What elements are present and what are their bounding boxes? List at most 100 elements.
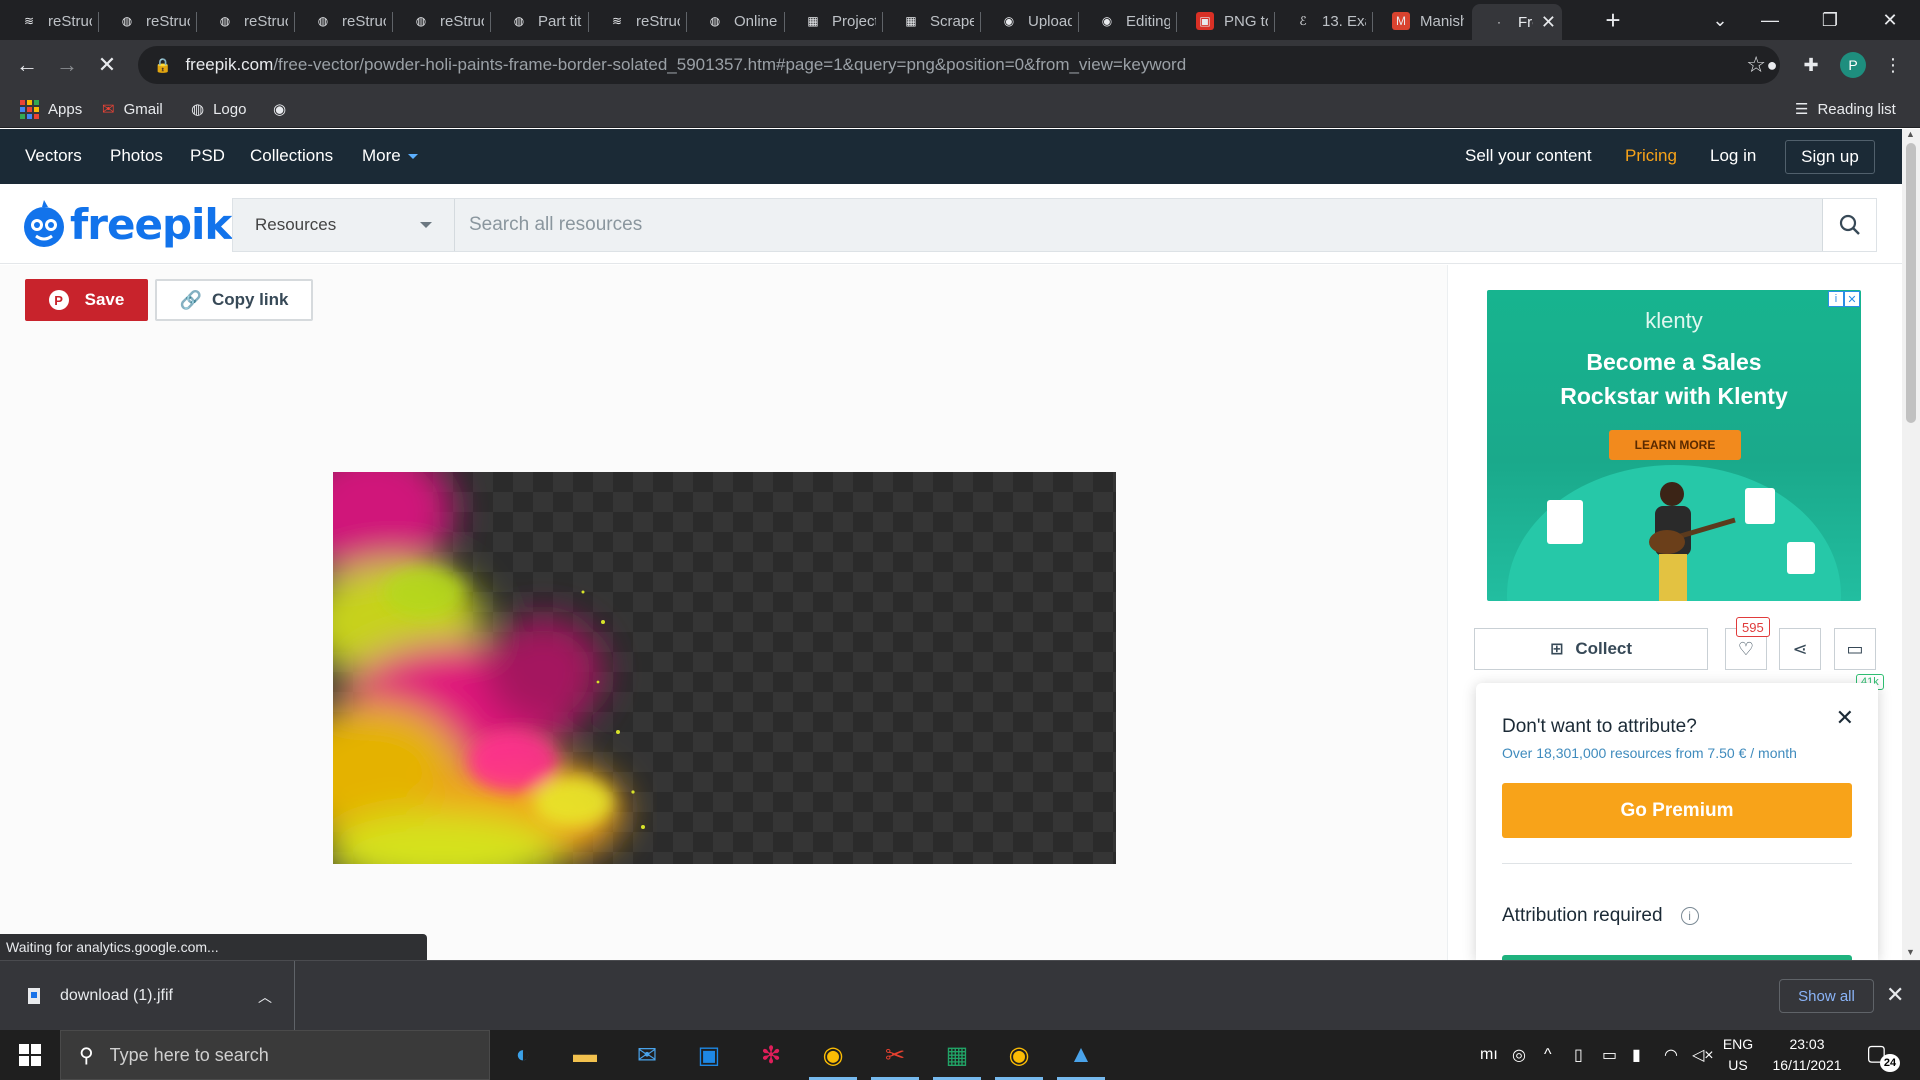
edge-app-icon[interactable]: ◐ xyxy=(493,1030,553,1080)
copy-link-button[interactable]: 🔗 Copy link xyxy=(155,279,313,321)
nav-sell-content[interactable]: Sell your content xyxy=(1465,146,1592,166)
ad-choices[interactable]: i ✕ xyxy=(1828,291,1860,307)
photos-app-icon[interactable]: ▲ xyxy=(1051,1030,1111,1080)
start-button[interactable] xyxy=(0,1030,60,1080)
cookie-extension-icon[interactable]: ● xyxy=(1759,52,1785,78)
tray-device-icon[interactable]: ▯ xyxy=(1574,1030,1583,1080)
tab-title: Scrape xyxy=(930,12,974,30)
browser-tab[interactable]: ≋ reStruc xyxy=(2,4,98,38)
ad-learn-more-button[interactable]: LEARN MORE xyxy=(1609,430,1741,460)
input-language[interactable]: ENG US xyxy=(1718,1034,1758,1076)
tab-title: PNG to xyxy=(1224,12,1268,30)
new-tab-button[interactable]: + xyxy=(1598,6,1628,36)
search-button[interactable] xyxy=(1822,199,1876,251)
browser-tab[interactable]: ▣ PNG to xyxy=(1178,4,1274,38)
info-icon[interactable]: i xyxy=(1680,907,1699,925)
browser-tab[interactable]: ◍ Online xyxy=(688,4,784,38)
comments-button[interactable]: ▭ xyxy=(1834,628,1876,670)
maximize-button[interactable]: ❐ xyxy=(1800,0,1860,40)
profile-avatar[interactable]: P xyxy=(1840,52,1866,78)
bookmark-apps[interactable]: Apps xyxy=(20,98,82,120)
browser-tab[interactable]: · Free ✕ xyxy=(1472,4,1562,40)
taskbar-clock[interactable]: 23:03 16/11/2021 xyxy=(1762,1034,1852,1076)
browser-tab[interactable]: ◍ Part titl xyxy=(492,4,588,38)
slack-app-icon[interactable]: ✻ xyxy=(741,1030,801,1080)
nav-more[interactable]: More xyxy=(362,146,418,166)
share-button[interactable]: ⋖ xyxy=(1779,628,1821,670)
tray-sync-icon[interactable]: ◎ xyxy=(1512,1030,1526,1080)
browser-tab[interactable]: ≋ reStruc xyxy=(590,4,686,38)
stop-loading-button[interactable]: ✕ xyxy=(90,48,124,82)
tray-display-icon[interactable]: ▭ xyxy=(1602,1030,1617,1080)
store-app-icon[interactable]: ▣ xyxy=(679,1030,739,1080)
nav-collections[interactable]: Collections xyxy=(250,146,333,166)
scroll-up-arrow-icon[interactable]: ▲ xyxy=(1906,129,1915,139)
close-shelf-icon[interactable]: ✕ xyxy=(1886,982,1904,1008)
chrome-app-icon[interactable]: ◉ xyxy=(803,1030,863,1080)
resource-preview-image[interactable] xyxy=(333,472,1116,864)
pinterest-save-button[interactable]: P Save xyxy=(25,279,148,321)
ad-close-icon[interactable]: ✕ xyxy=(1844,291,1860,307)
sheets-app-icon[interactable]: ▦ xyxy=(927,1030,987,1080)
browser-tab[interactable]: ℰ 13. Exa xyxy=(1276,4,1372,38)
taskbar-search[interactable]: ⚲ Type here to search xyxy=(60,1030,490,1080)
address-bar[interactable]: 🔒 freepik.com /free-vector/powder-holi-p… xyxy=(138,46,1780,84)
browser-tab[interactable]: M Manish xyxy=(1374,4,1470,38)
browser-tab[interactable]: ◍ reStruc xyxy=(296,4,392,38)
reading-list-icon: ☰ xyxy=(1795,101,1809,118)
klenty-advertisement[interactable]: klenty Become a Sales Rockstar with Klen… xyxy=(1487,290,1861,601)
signup-button[interactable]: Sign up xyxy=(1785,140,1875,174)
wifi-icon[interactable]: ◠ xyxy=(1664,1030,1678,1080)
snip-tool-icon[interactable]: ✂ xyxy=(865,1030,925,1080)
browser-tab[interactable]: ◍ reStruc xyxy=(394,4,490,38)
browser-tab[interactable]: ▦ Scrape xyxy=(884,4,980,38)
chevron-up-icon[interactable]: ︿ xyxy=(258,987,272,1007)
nav-photos[interactable]: Photos xyxy=(110,146,163,166)
close-window-button[interactable]: ✕ xyxy=(1860,0,1920,40)
nav-pricing[interactable]: Pricing xyxy=(1625,146,1677,166)
close-tab-icon[interactable]: ✕ xyxy=(1541,12,1556,33)
minimize-button[interactable]: — xyxy=(1740,0,1800,40)
extensions-puzzle-icon[interactable]: ✚ xyxy=(1798,52,1824,78)
forward-button[interactable]: → xyxy=(50,48,84,82)
mail-app-icon[interactable]: ✉ xyxy=(617,1030,677,1080)
show-all-downloads-button[interactable]: Show all xyxy=(1779,979,1874,1013)
nav-login[interactable]: Log in xyxy=(1710,146,1756,166)
ad-info-icon[interactable]: i xyxy=(1828,291,1844,307)
browser-tab[interactable]: ◉ Editing xyxy=(1080,4,1176,38)
volume-muted-icon[interactable]: ◁× xyxy=(1692,1030,1714,1080)
battery-icon[interactable]: ▮ xyxy=(1632,1030,1641,1080)
tray-chevron-up-icon[interactable]: ^ xyxy=(1544,1030,1552,1080)
nav-psd[interactable]: PSD xyxy=(190,146,225,166)
bookmark-github[interactable]: ◉ xyxy=(273,98,295,120)
bookmark-gmail[interactable]: ✉ Gmail xyxy=(102,98,163,120)
download-item[interactable]: download (1).jfif ︿ xyxy=(0,961,295,1031)
close-icon[interactable]: ✕ xyxy=(1836,705,1854,731)
page-scrollbar[interactable]: ▲ ▼ xyxy=(1902,129,1920,960)
freepik-logo[interactable]: freepik xyxy=(18,198,232,250)
scroll-down-arrow-icon[interactable]: ▼ xyxy=(1906,947,1915,957)
tab-separator xyxy=(294,12,295,32)
globe-icon: ◍ xyxy=(415,14,427,28)
back-button[interactable]: ← xyxy=(10,48,44,82)
browser-menu-icon[interactable]: ⋮ xyxy=(1880,52,1906,78)
scrollbar-thumb[interactable] xyxy=(1906,143,1916,423)
go-premium-button[interactable]: Go Premium xyxy=(1502,783,1852,838)
browser-tab[interactable]: ◉ Upload xyxy=(982,4,1078,38)
collect-button[interactable]: ⊞ Collect xyxy=(1474,628,1708,670)
action-center-button[interactable]: ▢ 24 xyxy=(1866,1040,1900,1072)
reading-list-button[interactable]: ☰ Reading list xyxy=(1795,98,1896,120)
nav-vectors[interactable]: Vectors xyxy=(25,146,82,166)
bookmark-logo[interactable]: ◍ Logo xyxy=(191,98,246,120)
tab-title: reStruc xyxy=(48,12,92,30)
search-input[interactable]: Search all resources xyxy=(455,214,1822,236)
search-icon xyxy=(1839,214,1860,235)
file-explorer-icon[interactable]: ▬ xyxy=(555,1030,615,1080)
tray-mi-icon[interactable]: mı xyxy=(1480,1030,1498,1080)
browser-tab[interactable]: ◍ reStruc xyxy=(100,4,196,38)
chrome-profile-app-icon[interactable]: ◉ xyxy=(989,1030,1049,1080)
browser-tab[interactable]: ◍ reStruc xyxy=(198,4,294,38)
browser-tab[interactable]: ▦ Project xyxy=(786,4,882,38)
resource-type-select[interactable]: Resources xyxy=(233,199,455,251)
freepik-wordmark: freepik xyxy=(70,199,232,249)
